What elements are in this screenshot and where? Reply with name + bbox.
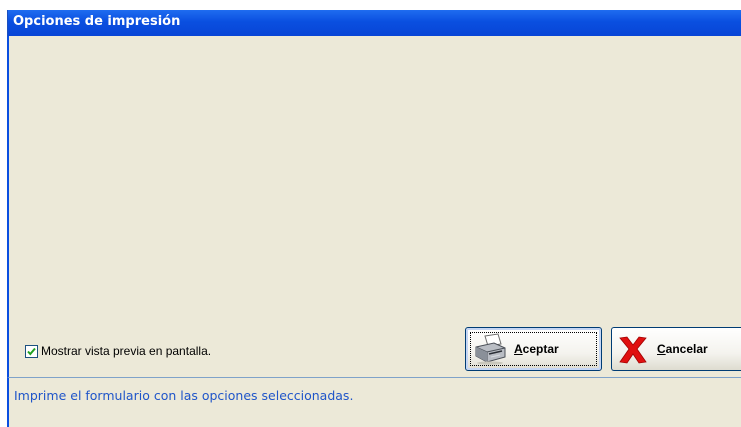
printer-icon	[475, 333, 506, 365]
accept-button-label: Aceptar	[514, 342, 559, 356]
title-bar[interactable]: Opciones de impresión	[7, 10, 741, 36]
window-title: Opciones de impresión	[13, 14, 181, 29]
red-x-icon	[619, 336, 647, 364]
cancel-button[interactable]: Cancelar	[611, 327, 741, 371]
preview-checkbox[interactable]	[25, 344, 38, 358]
print-options-window: Opciones de impresión Mostrar vista prev…	[0, 0, 741, 427]
cancel-button-label: Cancelar	[657, 342, 708, 356]
accept-button[interactable]: Aceptar	[465, 327, 602, 371]
status-message: Imprime el formulario con las opciones s…	[14, 388, 354, 403]
checkmark-icon	[27, 347, 36, 356]
status-bar: Imprime el formulario con las opciones s…	[7, 377, 741, 427]
preview-option[interactable]: Mostrar vista previa en pantalla.	[25, 343, 211, 359]
preview-checkbox-label: Mostrar vista previa en pantalla.	[41, 344, 212, 358]
